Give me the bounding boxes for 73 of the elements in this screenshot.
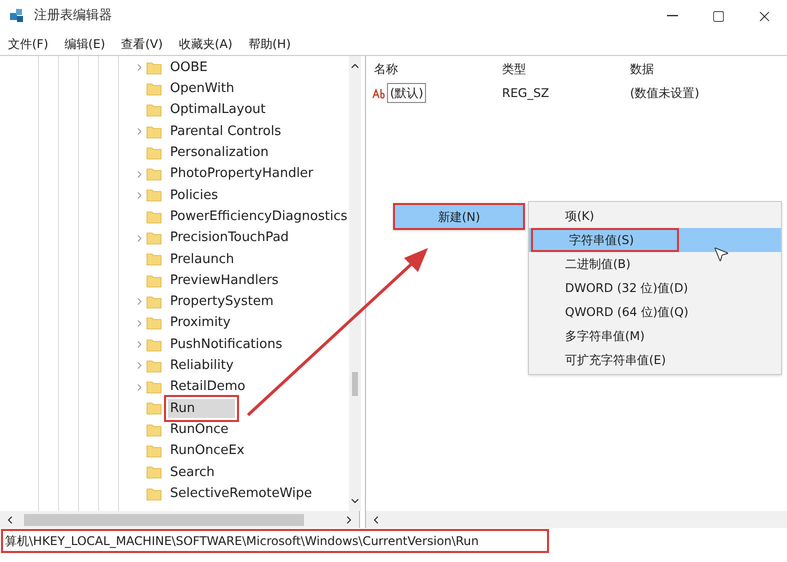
- folder-icon: [146, 60, 162, 76]
- window-title: 注册表编辑器: [34, 7, 112, 26]
- folder-icon: [146, 251, 162, 268]
- tree-item[interactable]: OpenWith: [168, 79, 236, 99]
- tree-item[interactable]: Prelaunch: [168, 250, 236, 270]
- tree-item[interactable]: PrecisionTouchPad: [168, 228, 291, 248]
- maximize-icon: [712, 10, 724, 22]
- tree-item[interactable]: Personalization: [168, 143, 271, 163]
- scroll-thumb[interactable]: [24, 514, 304, 526]
- value-name[interactable]: (默认): [387, 83, 426, 103]
- folder-icon: [146, 166, 162, 182]
- tree-item[interactable]: Parental Controls: [168, 122, 284, 142]
- folder-icon: [146, 102, 162, 118]
- tree-item[interactable]: Proximity: [168, 313, 233, 333]
- string-value-icon: [372, 88, 385, 98]
- registry-cubes-icon: [8, 7, 26, 25]
- scroll-thumb[interactable]: [352, 372, 358, 396]
- folder-icon: [146, 208, 162, 225]
- menu-item[interactable]: 查看(V): [121, 34, 163, 52]
- folder-icon: [146, 144, 162, 161]
- tree-item[interactable]: Reliability: [168, 356, 236, 376]
- folder-icon: [146, 464, 162, 480]
- tree-item[interactable]: Run: [168, 398, 235, 418]
- menu-item[interactable]: 项(K): [529, 204, 594, 228]
- tree-item[interactable]: PropertySystem: [168, 292, 276, 312]
- menu-item[interactable]: 多字符串值(M): [529, 324, 645, 348]
- folder-icon: [146, 187, 162, 204]
- tree-item[interactable]: PreviewHandlers: [168, 270, 281, 290]
- menu-item[interactable]: 可扩充字符串值(E): [529, 348, 666, 372]
- folder-icon: [146, 80, 162, 97]
- folder-icon: [146, 400, 162, 416]
- tree-item[interactable]: Policies: [168, 186, 220, 206]
- status-path: 算机\HKEY_LOCAL_MACHINE\SOFTWARE\Microsoft\Windows\CurrentVersion\Run: [4, 533, 479, 550]
- menu-item[interactable]: 帮助(H): [248, 34, 291, 52]
- folder-icon: [146, 379, 162, 396]
- folder-icon: [146, 442, 162, 459]
- value-type: REG_SZ: [502, 85, 550, 102]
- folder-icon: [146, 294, 162, 310]
- folder-icon: [146, 486, 162, 502]
- folder-icon: [146, 272, 162, 289]
- minimize-icon: [666, 15, 678, 17]
- tree-item[interactable]: SelectiveRemoteWipe: [168, 484, 314, 504]
- tree-item[interactable]: Search: [168, 462, 217, 482]
- tree-item[interactable]: OptimalLayout: [168, 100, 268, 120]
- folder-icon: [146, 422, 162, 438]
- column-header[interactable]: 名称: [374, 60, 502, 78]
- tree-item[interactable]: RetailDemo: [168, 377, 248, 397]
- mouse-pointer-icon: [712, 245, 730, 263]
- horizontal-scrollbar[interactable]: [366, 511, 787, 528]
- folder-icon: [146, 336, 162, 352]
- tree-item[interactable]: PushNotifications: [168, 334, 284, 354]
- menu-item[interactable]: 文件(F): [8, 34, 48, 52]
- folder-icon: [146, 230, 162, 246]
- menu-item[interactable]: 收藏夹(A): [178, 34, 232, 52]
- column-header[interactable]: 数据: [630, 60, 758, 78]
- tree-item[interactable]: RunOnce: [168, 420, 231, 440]
- tree-item[interactable]: OOBE: [168, 58, 210, 78]
- tree-item[interactable]: PhotoPropertyHandler: [168, 164, 316, 184]
- menu-item[interactable]: DWORD (32 位)值(D): [529, 276, 688, 300]
- folder-icon: [146, 315, 162, 332]
- menu-item[interactable]: QWORD (64 位)值(Q): [529, 300, 688, 324]
- menu-item[interactable]: 字符串值(S): [531, 228, 679, 252]
- value-data: (数值未设置): [630, 85, 700, 102]
- menu-item[interactable]: 新建(N): [393, 203, 525, 230]
- folder-icon: [146, 124, 162, 140]
- column-header[interactable]: 类型: [502, 60, 630, 78]
- menu-item[interactable]: 编辑(E): [64, 34, 106, 52]
- tree-item[interactable]: RunOnceEx: [168, 441, 246, 461]
- tree-item[interactable]: PowerEfficiencyDiagnostics: [168, 206, 350, 226]
- menu-item[interactable]: 二进制值(B): [529, 252, 631, 276]
- folder-icon: [146, 358, 162, 374]
- vertical-scrollbar[interactable]: [349, 56, 362, 511]
- horizontal-scrollbar[interactable]: [0, 511, 359, 528]
